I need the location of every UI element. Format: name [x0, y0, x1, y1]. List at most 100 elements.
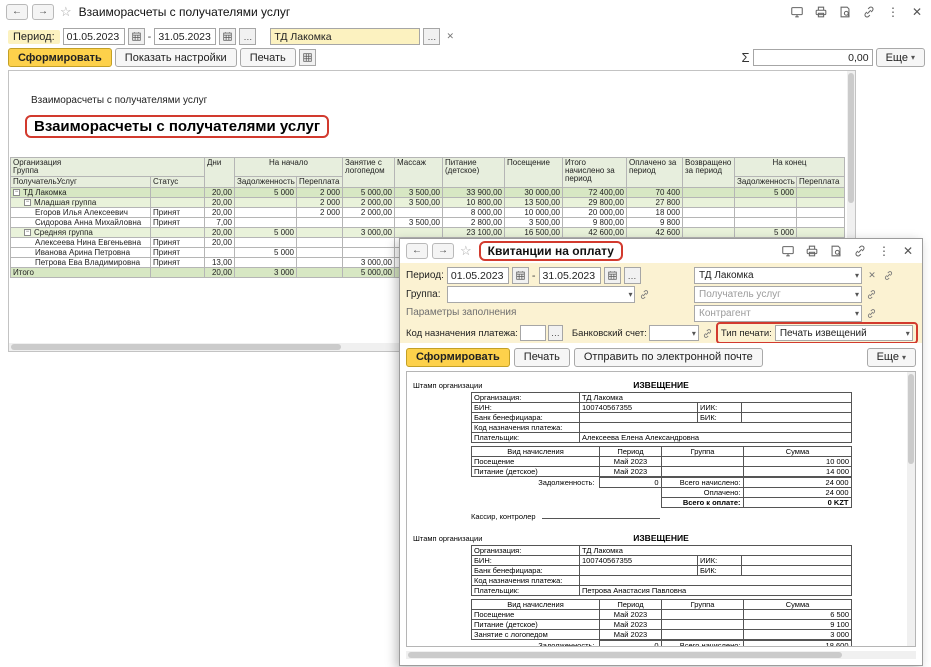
period-options-button[interactable]: …: [624, 267, 641, 284]
table-row[interactable]: Сидорова Анна МихайловнаПринят7,003 500,…: [11, 218, 845, 228]
table-row[interactable]: −Средняя группа20,005 0003 000,0023 100,…: [11, 228, 845, 238]
scrollbar-thumb[interactable]: [408, 652, 842, 658]
organization-filter-input[interactable]: [270, 28, 420, 45]
table-row[interactable]: −Младшая группа20,002 0002 000,003 500,0…: [11, 198, 845, 208]
collapse-expander-icon[interactable]: −: [13, 189, 20, 196]
open-link-icon[interactable]: [865, 288, 878, 301]
table-row[interactable]: Егоров Илья АлексеевичПринят20,002 0002 …: [11, 208, 845, 218]
more-button[interactable]: Еще ▾: [876, 48, 925, 67]
recipient-combo[interactable]: Получатель услуг ▾: [694, 286, 862, 303]
receipts-window-title: Квитанции на оплату: [479, 241, 623, 261]
period-from-input[interactable]: [63, 28, 125, 45]
generate-button[interactable]: Сформировать: [8, 48, 112, 67]
send-email-button[interactable]: Отправить по электронной почте: [574, 348, 763, 367]
organization-combo[interactable]: ТД Лакомка ▾: [694, 267, 862, 284]
scrollbar-thumb[interactable]: [11, 344, 341, 350]
period-to-input[interactable]: [154, 28, 216, 45]
scrollbar-thumb[interactable]: [848, 73, 854, 203]
autosum-field[interactable]: [753, 49, 873, 66]
bank-account-combo[interactable]: ▾: [649, 325, 699, 341]
receipt-charges-table: Вид начисления Период Группа Сумма Посещ…: [471, 446, 852, 477]
organization-value: ТД Лакомка: [699, 270, 754, 281]
generate-button[interactable]: Сформировать: [406, 348, 510, 367]
print-button[interactable]: Печать: [240, 48, 296, 67]
receipts-filter-panel: Период: - … ТД Лакомка ▾ ✕ Группа: ▾: [400, 263, 922, 343]
receipts-horizontal-scrollbar[interactable]: [406, 651, 916, 659]
calendar-icon[interactable]: [512, 267, 529, 284]
calendar-icon[interactable]: [128, 28, 145, 45]
monitor-icon[interactable]: [789, 4, 805, 20]
close-icon[interactable]: ✕: [900, 243, 916, 259]
counterparty-combo[interactable]: Контрагент ▾: [694, 305, 862, 322]
favorite-star-icon[interactable]: ☆: [460, 243, 472, 259]
calendar-icon[interactable]: [219, 28, 236, 45]
print-button[interactable]: Печать: [514, 348, 570, 367]
sum-sigma-icon[interactable]: Σ: [742, 50, 750, 65]
payment-code-select-button[interactable]: …: [548, 325, 563, 341]
collapse-expander-icon[interactable]: −: [24, 199, 31, 206]
collapse-expander-icon[interactable]: −: [24, 229, 31, 236]
col-massage: Массаж: [395, 158, 443, 188]
close-icon[interactable]: ✕: [909, 4, 925, 20]
period-from-input[interactable]: [447, 267, 509, 284]
chevron-down-icon[interactable]: ▾: [628, 287, 632, 302]
link-icon[interactable]: [861, 4, 877, 20]
organization-select-button[interactable]: …: [423, 28, 440, 45]
print-icon[interactable]: [804, 243, 820, 259]
back-button[interactable]: ←: [6, 4, 28, 20]
chevron-down-icon[interactable]: ▾: [692, 326, 696, 340]
main-titlebar: ← → ☆ Взаиморасчеты с получателями услуг…: [0, 0, 931, 24]
period-to-input[interactable]: [539, 267, 601, 284]
kebab-menu-icon[interactable]: ⋮: [885, 4, 901, 20]
receipt-top-row: Штамп организации ИЗВЕЩЕНИЕ: [471, 380, 851, 390]
receipt-totals-table: Задолженность: 0 Всего начислено: 24 000…: [471, 477, 852, 508]
receipts-vertical-scrollbar[interactable]: [907, 372, 915, 646]
show-settings-button[interactable]: Показать настройки: [115, 48, 237, 67]
forward-button[interactable]: →: [432, 243, 454, 259]
receipt-info-table: Организация:ТД Лакомка БИН:100740567355И…: [471, 392, 852, 443]
col-org: Организация: [13, 159, 202, 167]
favorite-star-icon[interactable]: ☆: [60, 4, 72, 20]
preview-icon[interactable]: [837, 4, 853, 20]
group-label: Группа:: [406, 289, 440, 300]
open-link-icon[interactable]: [638, 288, 651, 301]
chevron-down-icon[interactable]: ▾: [855, 287, 859, 302]
group-combo[interactable]: ▾: [447, 286, 635, 303]
period-options-button[interactable]: …: [239, 28, 256, 45]
chevron-down-icon[interactable]: ▾: [855, 268, 859, 283]
table-row[interactable]: −ТД Лакомка20,005 0002 0005 000,003 500,…: [11, 188, 845, 198]
print-type-combo[interactable]: Печать извещений ▾: [775, 325, 913, 341]
col-end: На конец: [735, 158, 845, 177]
main-sum-area: Σ Еще ▾: [742, 48, 925, 67]
back-button[interactable]: ←: [406, 243, 428, 259]
monitor-icon[interactable]: [780, 243, 796, 259]
preview-icon[interactable]: [828, 243, 844, 259]
table-icon[interactable]: [299, 49, 316, 66]
col-overpay-end: Переплата: [797, 177, 845, 188]
chevron-down-icon[interactable]: ▾: [855, 306, 859, 321]
receipt-top-row: Штамп организации ИЗВЕЩЕНИЕ: [471, 533, 851, 543]
receipt-totals-table: Задолженность: 0 Всего начислено: 18 600…: [471, 640, 852, 647]
open-link-icon[interactable]: [865, 307, 878, 320]
payment-code-input[interactable]: [520, 325, 546, 341]
link-icon[interactable]: [852, 243, 868, 259]
print-icon[interactable]: [813, 4, 829, 20]
col-status: Статус: [151, 177, 205, 188]
calendar-icon[interactable]: [604, 267, 621, 284]
forward-button[interactable]: →: [32, 4, 54, 20]
organization-clear-icon[interactable]: ✕: [443, 29, 457, 44]
col-days: Дни: [205, 158, 235, 188]
open-link-icon[interactable]: [882, 269, 895, 282]
kebab-menu-icon[interactable]: ⋮: [876, 243, 892, 259]
chevron-down-icon[interactable]: ▾: [906, 326, 910, 340]
payment-receipts-window: ← → ☆ Квитанции на оплату ⋮ ✕ Период: - …: [399, 238, 923, 666]
organization-clear-icon[interactable]: ✕: [865, 268, 879, 283]
payment-code-label: Код назначения платежа:: [406, 328, 518, 339]
more-button[interactable]: Еще ▾: [867, 348, 916, 367]
col-visit: Посещение: [505, 158, 563, 188]
open-link-icon[interactable]: [701, 327, 714, 340]
scrollbar-thumb[interactable]: [908, 374, 914, 464]
receipt-charges-table: Вид начисления Период Группа Сумма Посещ…: [471, 599, 852, 640]
receipt-header: ИЗВЕЩЕНИЕ: [471, 533, 851, 543]
bank-account-label: Банковский счет:: [572, 328, 647, 339]
